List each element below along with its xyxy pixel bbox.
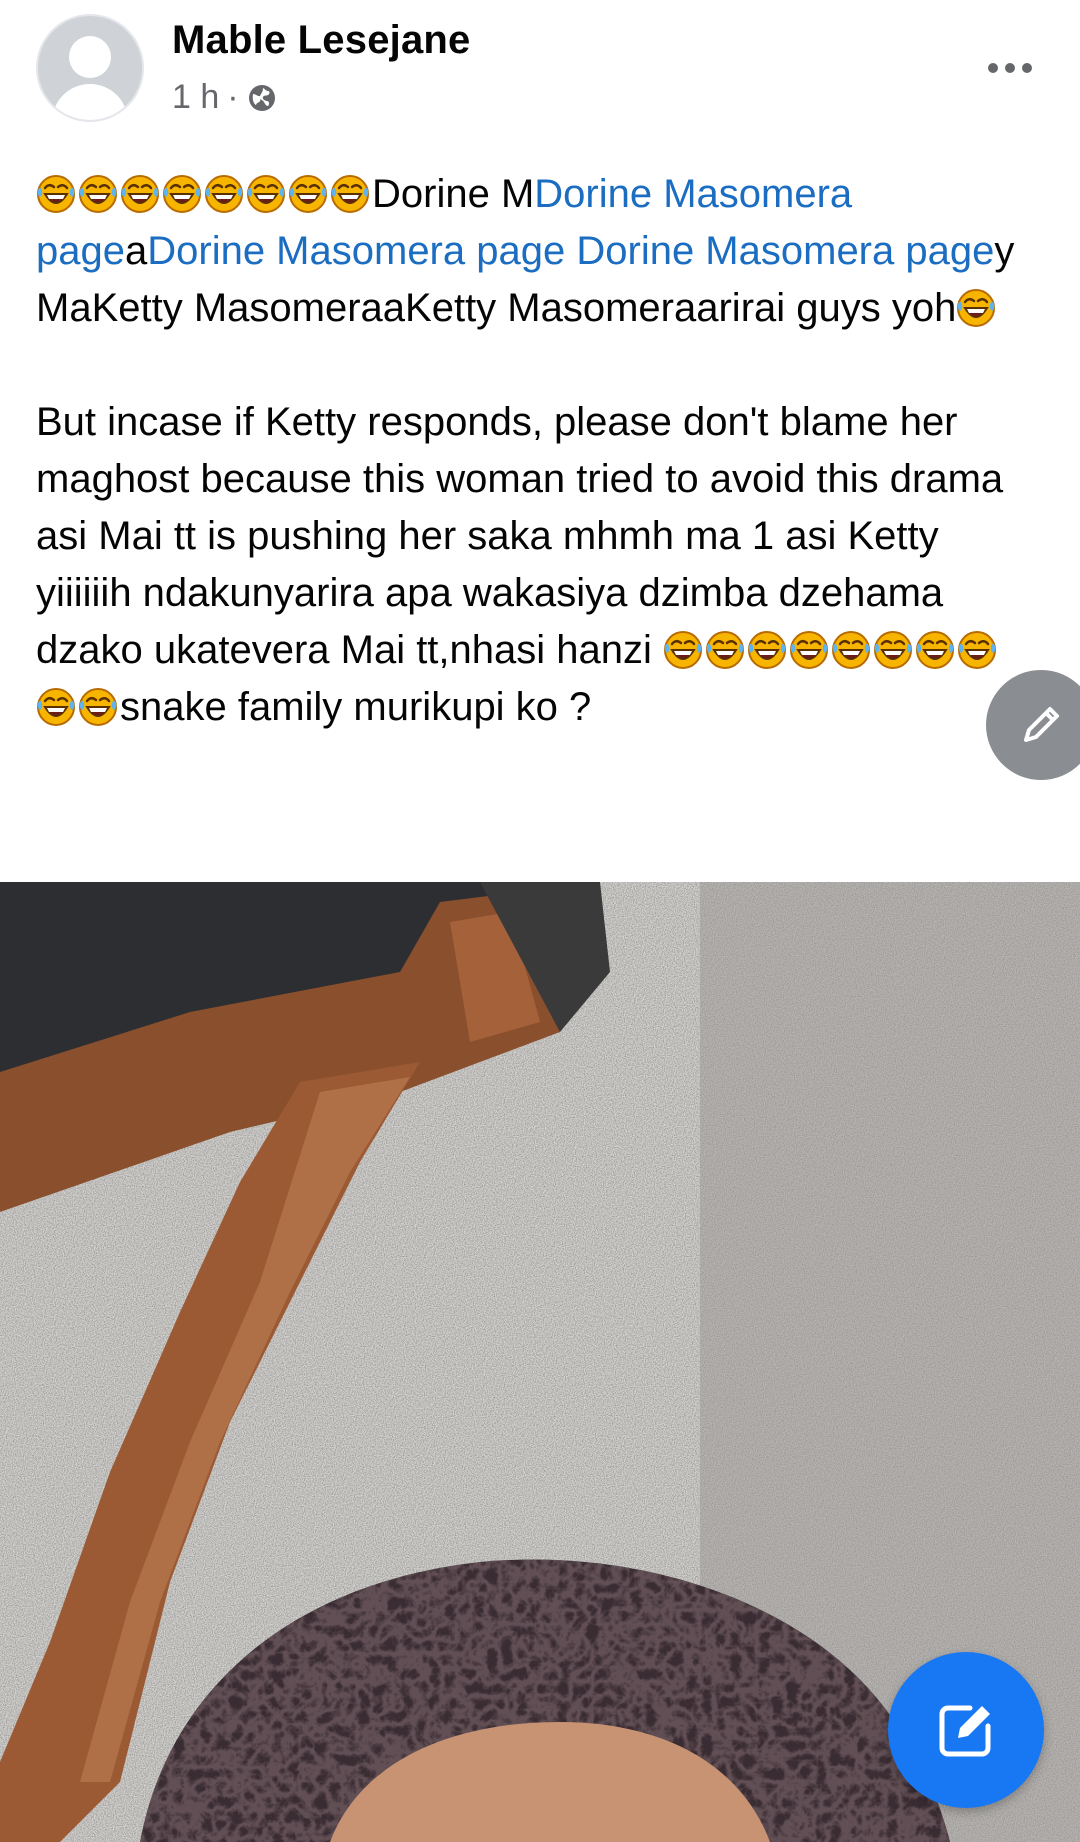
face-with-tears-of-joy-icon (37, 175, 75, 213)
post-time[interactable]: 1 h (172, 78, 219, 117)
face-with-tears-of-joy-icon (874, 631, 913, 669)
post-text-segment: snake family murikupi ko ? (120, 685, 592, 729)
face-with-tears-of-joy-icon (706, 631, 745, 669)
face-with-tears-of-joy-icon (957, 289, 996, 327)
mention-link[interactable]: Dorine Masomera page (576, 229, 994, 273)
face-with-tears-of-joy-icon (958, 631, 997, 669)
post-paragraph-2: But incase if Ketty responds, please don… (36, 394, 1026, 736)
compose-button[interactable] (888, 1652, 1044, 1808)
edit-button[interactable] (986, 670, 1080, 780)
face-with-tears-of-joy-icon (916, 631, 955, 669)
face-with-tears-of-joy-icon (79, 175, 117, 213)
post-text-segment: Dorine M (372, 172, 535, 216)
face-with-tears-of-joy-icon (790, 631, 829, 669)
author-name[interactable]: Mable Lesejane (172, 18, 470, 63)
face-with-tears-of-joy-icon (664, 631, 703, 669)
face-with-tears-of-joy-icon (37, 688, 75, 726)
face-with-tears-of-joy-icon (331, 175, 369, 213)
post-meta: 1 h · (172, 78, 277, 117)
author-avatar[interactable] (36, 14, 144, 122)
post-text-segment (565, 229, 576, 273)
post-text: Dorine MDorine Masomera pageaDorine Maso… (36, 166, 1026, 736)
face-with-tears-of-joy-icon (748, 631, 787, 669)
face-with-tears-of-joy-icon (121, 175, 159, 213)
face-with-tears-of-joy-icon (247, 175, 285, 213)
pencil-icon (1024, 707, 1059, 742)
post-text-segment: a (124, 229, 148, 273)
face-with-tears-of-joy-icon (79, 688, 117, 726)
post-paragraph-1: Dorine MDorine Masomera pageaDorine Maso… (36, 166, 1026, 337)
meta-separator: · (227, 78, 239, 116)
avatar-placeholder-head (69, 36, 111, 78)
compose-icon (939, 1705, 991, 1757)
face-with-tears-of-joy-icon (163, 175, 201, 213)
face-with-tears-of-joy-icon (205, 175, 243, 213)
face-with-tears-of-joy-icon (289, 175, 327, 213)
globe-icon[interactable] (247, 83, 277, 113)
face-with-tears-of-joy-icon (832, 631, 871, 669)
avatar-placeholder-body (52, 84, 128, 120)
mention-link[interactable]: Dorine Masomera page (147, 229, 565, 273)
more-options-icon[interactable] (980, 48, 1040, 88)
